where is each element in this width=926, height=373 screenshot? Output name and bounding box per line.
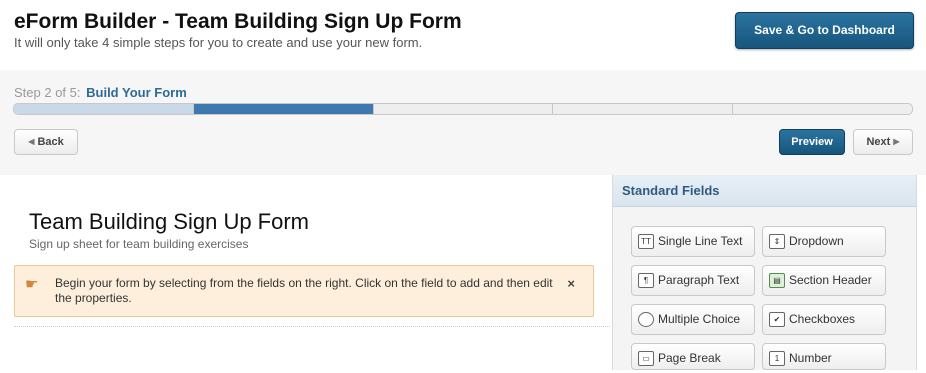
close-icon[interactable]: × (567, 276, 575, 291)
field-label: Checkboxes (789, 312, 856, 326)
dropdown-icon: ⇕ (769, 234, 785, 249)
radio-icon (638, 312, 654, 327)
step-count: Step 2 of 5: (14, 85, 81, 100)
field-number[interactable]: 1 Number (762, 343, 886, 370)
preview-button[interactable]: Preview (779, 129, 845, 155)
field-label: Single Line Text (658, 234, 743, 248)
back-label: Back (37, 136, 64, 148)
paragraph-icon: ¶ (638, 273, 654, 288)
field-label: Dropdown (789, 234, 844, 248)
step-name: Build Your Form (86, 85, 187, 100)
arrow-right-icon: ▶ (893, 137, 900, 147)
page-subtitle: It will only take 4 simple steps for you… (14, 35, 423, 50)
field-page-break[interactable]: ▭ Page Break (631, 343, 755, 370)
progress-segment-1 (14, 104, 194, 114)
step-indicator: Step 2 of 5: Build Your Form (14, 85, 187, 100)
divider (14, 326, 610, 327)
progress-segment-5 (733, 104, 912, 114)
field-dropdown[interactable]: ⇕ Dropdown (762, 226, 886, 257)
arrow-left-icon: ◀ (28, 137, 35, 147)
progress-segment-3 (374, 104, 554, 114)
info-notice: ☛ Begin your form by selecting from the … (14, 265, 594, 317)
field-label: Paragraph Text (658, 273, 740, 287)
page-title: eForm Builder - Team Building Sign Up Fo… (14, 10, 462, 33)
section-header-icon: ▤ (769, 273, 785, 288)
form-description[interactable]: Sign up sheet for team building exercise… (29, 237, 248, 251)
number-icon: 1 (769, 351, 785, 366)
field-label: Section Header (789, 273, 872, 287)
text-icon: TT (638, 234, 654, 249)
step-progress-bar (13, 103, 913, 115)
next-label: Next (866, 136, 891, 148)
field-paragraph-text[interactable]: ¶ Paragraph Text (631, 265, 755, 296)
notice-text: Begin your form by selecting from the fi… (55, 276, 553, 305)
sidebar-title: Standard Fields (613, 175, 916, 207)
field-single-line-text[interactable]: TT Single Line Text (631, 226, 755, 257)
step-bar: Step 2 of 5: Build Your Form ◀ Back Prev… (0, 70, 926, 175)
standard-fields-panel: Standard Fields TT Single Line Text ⇕ Dr… (612, 175, 917, 370)
progress-segment-2 (193, 104, 374, 114)
next-button[interactable]: Next ▶ (853, 129, 913, 155)
checkbox-icon: ✔ (769, 312, 785, 327)
form-title[interactable]: Team Building Sign Up Form (29, 209, 309, 235)
form-canvas: Team Building Sign Up Form Sign up sheet… (0, 175, 611, 370)
field-label: Number (789, 351, 832, 365)
field-checkboxes[interactable]: ✔ Checkboxes (762, 304, 886, 335)
progress-segment-4 (553, 104, 734, 114)
field-label: Page Break (658, 351, 721, 365)
field-section-header[interactable]: ▤ Section Header (762, 265, 886, 296)
field-label: Multiple Choice (658, 312, 741, 326)
header: eForm Builder - Team Building Sign Up Fo… (0, 0, 926, 71)
save-dashboard-button[interactable]: Save & Go to Dashboard (735, 12, 914, 49)
back-button[interactable]: ◀ Back (14, 129, 78, 155)
page-break-icon: ▭ (638, 351, 654, 366)
field-multiple-choice[interactable]: Multiple Choice (631, 304, 755, 335)
pointing-hand-icon: ☛ (25, 276, 39, 293)
